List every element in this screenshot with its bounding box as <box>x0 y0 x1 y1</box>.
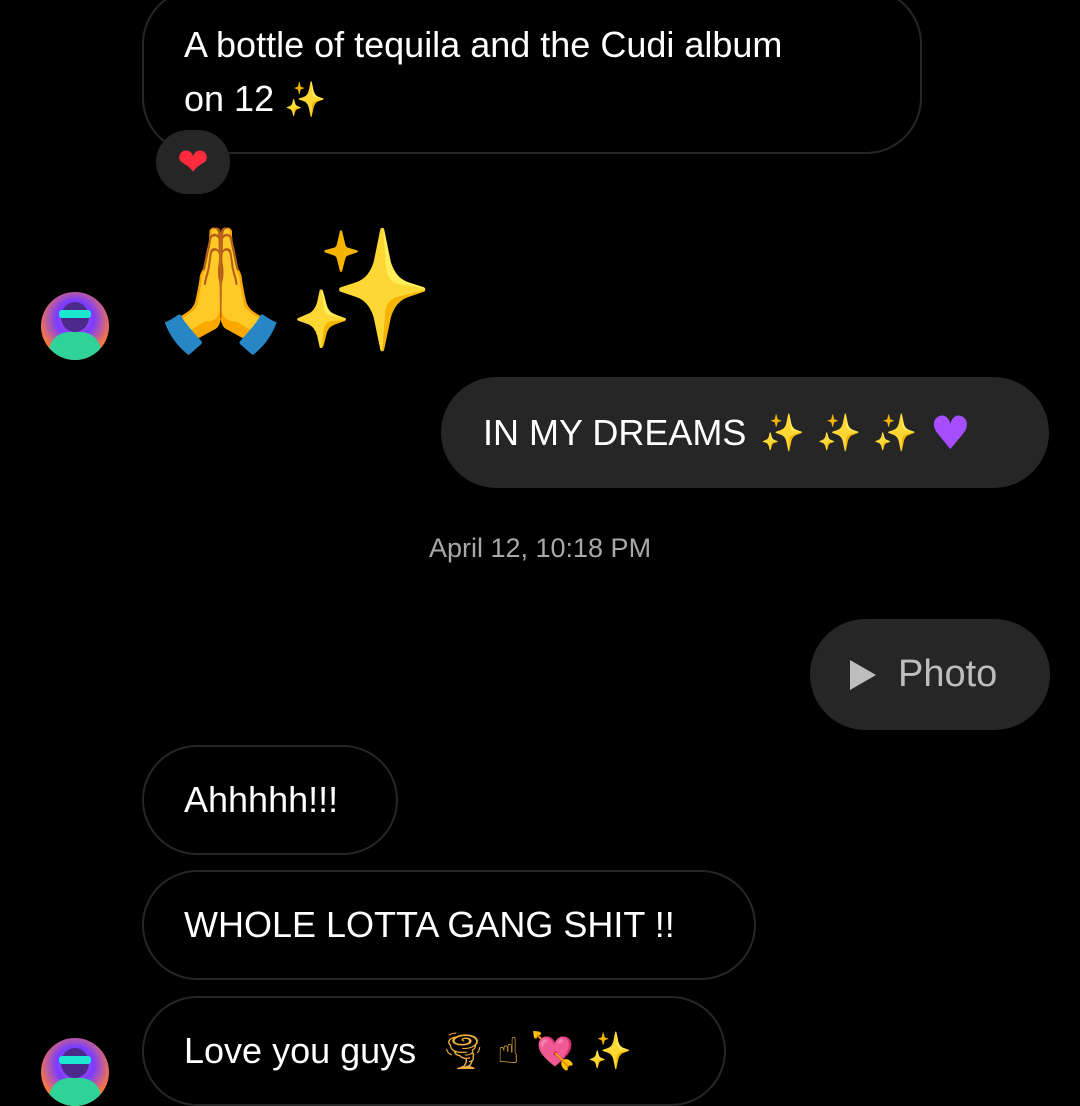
praying-hands-icon: 🙏 <box>146 220 296 359</box>
heart-reaction-icon: ❤ <box>177 140 209 184</box>
message-bubble-incoming[interactable]: WHOLE LOTTA GANG SHIT !! <box>142 870 756 980</box>
emoji-message[interactable]: 🙏 ✨ <box>146 220 435 360</box>
sparkles-icon: ✨ <box>288 221 435 359</box>
photo-label: Photo <box>898 653 998 695</box>
message-text: Ahhhhh!!! <box>184 779 339 820</box>
message-bubble-outgoing[interactable]: IN MY DREAMS ✨ ✨ ✨ ♥ <box>441 377 1049 488</box>
message-bubble-incoming[interactable]: A bottle of tequila and the Cudi album o… <box>142 0 922 154</box>
purple-heart-icon: ♥ <box>929 405 971 460</box>
message-text: Love you guys <box>184 1030 417 1071</box>
reaction-badge[interactable]: ❤ <box>156 130 230 194</box>
play-icon <box>850 659 876 690</box>
photo-message[interactable]: Photo <box>810 619 1050 730</box>
message-bubble-incoming[interactable]: Love you guys 🌪 ☝ 💘 ✨ <box>142 996 726 1106</box>
sparkles-icon: ✨ ✨ ✨ <box>760 412 918 454</box>
sparkles-icon: ✨ <box>284 80 327 120</box>
message-bubble-incoming[interactable]: Ahhhhh!!! <box>142 745 398 855</box>
message-emojis: 🌪 ☝ 💘 ✨ <box>440 1031 632 1072</box>
timestamp: April 12, 10:18 PM <box>428 533 652 563</box>
message-text: A bottle of tequila and the Cudi album <box>184 24 783 65</box>
message-text: on 12 ✨ <box>184 78 327 120</box>
avatar[interactable] <box>41 292 109 360</box>
avatar[interactable] <box>41 1038 109 1106</box>
message-text: WHOLE LOTTA GANG SHIT !! <box>184 904 675 945</box>
message-text: IN MY DREAMS <box>483 411 747 453</box>
